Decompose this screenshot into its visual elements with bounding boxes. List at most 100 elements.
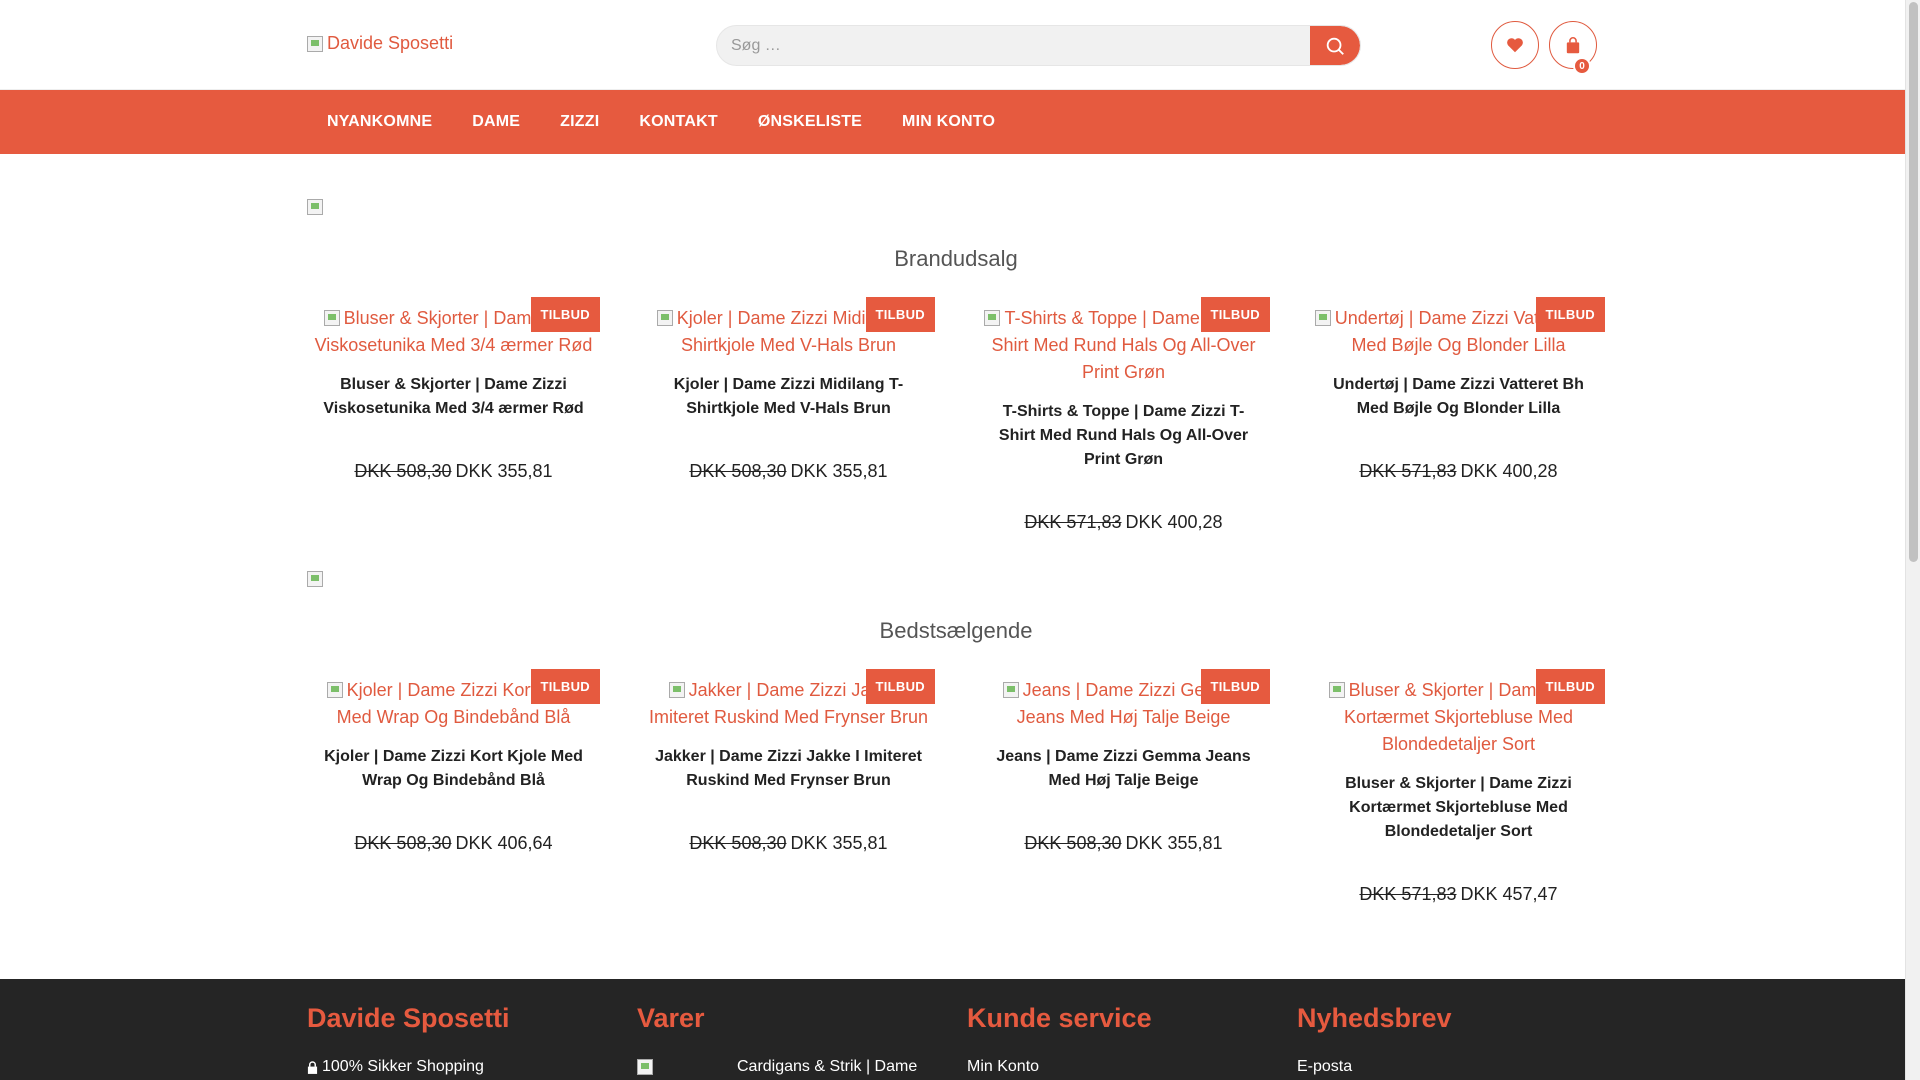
- product-old-price: DKK 508,30: [689, 461, 787, 481]
- search-input[interactable]: [717, 26, 1312, 65]
- page: Davide Sposetti 0 NYANKOMNE: [0, 0, 1905, 1080]
- site-logo[interactable]: Davide Sposetti: [307, 33, 453, 54]
- product-price: DKK 571,83 DKK 457,47: [1312, 884, 1605, 905]
- product-old-price: DKK 571,83: [1359, 884, 1457, 904]
- product-sale-price: DKK 355,81: [1125, 833, 1223, 853]
- broken-image-icon: [656, 310, 673, 326]
- footer-secure-shopping: 100% Sikker Shopping: [307, 1058, 510, 1076]
- product-sale-price: DKK 355,81: [790, 461, 888, 481]
- product-grid-bedstsaelgende: Kjoler | Dame Zizzi Kort Kjole Med Wrap …: [307, 669, 1605, 905]
- footer-link-text: Min Konto: [967, 1058, 1040, 1075]
- nav-item-nyankomne[interactable]: NYANKOMNE: [307, 113, 452, 131]
- product-card[interactable]: Jakker | Dame Zizzi Jakke I Imiteret Rus…: [642, 669, 935, 905]
- footer-link-min-konto[interactable]: Min Konto: [967, 1058, 1152, 1076]
- product-card[interactable]: Undertøj | Dame Zizzi Vatteret Bh Med Bø…: [1312, 297, 1605, 533]
- product-price: DKK 508,30 DKK 406,64: [307, 833, 600, 854]
- site-logo-alt: Davide Sposetti: [327, 33, 454, 53]
- nav-item-dame[interactable]: DAME: [452, 113, 540, 131]
- product-name[interactable]: Bluser & Skjorter | Dame Zizzi Kortærmet…: [1312, 772, 1605, 844]
- page-scrollbar[interactable]: [1905, 0, 1920, 1080]
- scrollbar-thumb[interactable]: [1909, 2, 1918, 562]
- footer-product-link-text: Cardigans & Strik | Dame: [737, 1058, 918, 1075]
- product-old-price: DKK 571,83: [1024, 512, 1122, 532]
- product-card[interactable]: Kjoler | Dame Zizzi Kort Kjole Med Wrap …: [307, 669, 600, 905]
- main-nav: NYANKOMNE DAME ZIZZI KONTAKT ØNSKELISTE …: [0, 90, 1905, 154]
- product-sale-price: DKK 400,28: [1125, 512, 1223, 532]
- broken-image-icon: [984, 310, 1001, 326]
- nav-item-min-konto[interactable]: MIN KONTO: [882, 113, 1015, 131]
- footer-col-title: Nyhedsbrev: [1297, 1003, 1452, 1033]
- broken-image-icon: [326, 682, 343, 698]
- cart-count-badge: 0: [1573, 57, 1591, 75]
- product-card[interactable]: Bluser & Skjorter | Dame Zizzi Viskosetu…: [307, 297, 600, 533]
- footer-col-varer: Varer Cardigans & Strik | Dame: [637, 1003, 917, 1076]
- product-name[interactable]: Jakker | Dame Zizzi Jakke I Imiteret Rus…: [642, 745, 935, 793]
- product-card[interactable]: Kjoler | Dame Zizzi Midilang T-Shirtkjol…: [642, 297, 935, 533]
- shopping-bag-icon: [1566, 36, 1580, 53]
- product-name[interactable]: Undertøj | Dame Zizzi Vatteret Bh Med Bø…: [1312, 373, 1605, 421]
- product-sale-price: DKK 400,28: [1460, 461, 1558, 481]
- sale-badge: TILBUD: [1200, 669, 1270, 704]
- nav-item-kontakt[interactable]: KONTAKT: [619, 113, 737, 131]
- product-old-price: DKK 508,30: [689, 833, 787, 853]
- product-sale-price: DKK 457,47: [1460, 884, 1558, 904]
- lock-icon: [307, 1060, 318, 1074]
- broken-image-icon: [668, 682, 685, 698]
- broken-image-icon: [1314, 310, 1331, 326]
- site-header: Davide Sposetti 0: [0, 0, 1905, 90]
- footer-col-title: Varer: [637, 1003, 705, 1033]
- broken-image-icon: [1328, 682, 1345, 698]
- search-button[interactable]: [1310, 26, 1360, 65]
- broken-image-icon: [307, 570, 323, 587]
- product-old-price: DKK 508,30: [1024, 833, 1122, 853]
- broken-image-icon: [637, 1059, 653, 1075]
- product-name[interactable]: T-Shirts & Toppe | Dame Zizzi T-Shirt Me…: [977, 400, 1270, 472]
- product-sale-price: DKK 406,64: [455, 833, 553, 853]
- broken-image-icon: [1002, 682, 1019, 698]
- sale-badge: TILBUD: [1535, 297, 1605, 332]
- product-old-price: DKK 508,30: [354, 833, 452, 853]
- product-name[interactable]: Kjoler | Dame Zizzi Kort Kjole Med Wrap …: [307, 745, 600, 793]
- newsletter-email-label-text: E-posta: [1297, 1058, 1353, 1075]
- wishlist-button[interactable]: [1491, 21, 1539, 69]
- sale-badge: TILBUD: [865, 297, 935, 332]
- product-name[interactable]: Jeans | Dame Zizzi Gemma Jeans Med Høj T…: [977, 745, 1270, 793]
- section-banner-image: [307, 570, 323, 588]
- product-price: DKK 508,30 DKK 355,81: [642, 461, 935, 482]
- product-card[interactable]: Bluser & Skjorter | Dame Zizzi Kortærmet…: [1312, 669, 1605, 905]
- product-grid-brandudsalg: Bluser & Skjorter | Dame Zizzi Viskosetu…: [307, 297, 1605, 533]
- section-title-brandudsalg: Brandudsalg: [894, 246, 1018, 271]
- footer-product-link[interactable]: Cardigans & Strik | Dame: [637, 1058, 917, 1076]
- nav-item-onskeliste[interactable]: ØNSKELISTE: [738, 113, 882, 131]
- footer-col-title: Davide Sposetti: [307, 1003, 510, 1033]
- footer-col-brand: Davide Sposetti 100% Sikker Shopping: [307, 1003, 510, 1076]
- product-price: DKK 508,30 DKK 355,81: [307, 461, 600, 482]
- footer-secure-shopping-text: 100% Sikker Shopping: [322, 1058, 484, 1075]
- broken-image-icon: [307, 198, 323, 215]
- sale-badge: TILBUD: [530, 297, 600, 332]
- product-old-price: DKK 508,30: [354, 461, 452, 481]
- broken-image-icon: [323, 310, 340, 326]
- section-banner-image: [307, 198, 323, 216]
- footer-col-nyhedsbrev: Nyhedsbrev E-posta: [1297, 1003, 1452, 1076]
- footer-col-kunde-service: Kunde service Min Konto: [967, 1003, 1152, 1076]
- site-footer: Davide Sposetti 100% Sikker Shopping Var…: [0, 979, 1905, 1080]
- search-icon: [1326, 37, 1344, 55]
- section-title-bedstsaelgende: Bedstsælgende: [879, 618, 1033, 643]
- nav-item-zizzi[interactable]: ZIZZI: [540, 113, 619, 131]
- search-form: [716, 25, 1361, 66]
- product-price: DKK 571,83 DKK 400,28: [977, 512, 1270, 533]
- sale-badge: TILBUD: [1200, 297, 1270, 332]
- product-name[interactable]: Bluser & Skjorter | Dame Zizzi Viskosetu…: [307, 373, 600, 421]
- sale-badge: TILBUD: [865, 669, 935, 704]
- product-card[interactable]: Jeans | Dame Zizzi Gemma Jeans Med Høj T…: [977, 669, 1270, 905]
- heart-icon: [1507, 38, 1523, 53]
- product-sale-price: DKK 355,81: [455, 461, 553, 481]
- product-card[interactable]: T-Shirts & Toppe | Dame Zizzi T-Shirt Me…: [977, 297, 1270, 533]
- product-sale-price: DKK 355,81: [790, 833, 888, 853]
- product-old-price: DKK 571,83: [1359, 461, 1457, 481]
- product-name[interactable]: Kjoler | Dame Zizzi Midilang T-Shirtkjol…: [642, 373, 935, 421]
- sale-badge: TILBUD: [530, 669, 600, 704]
- product-price: DKK 571,83 DKK 400,28: [1312, 461, 1605, 482]
- product-price: DKK 508,30 DKK 355,81: [977, 833, 1270, 854]
